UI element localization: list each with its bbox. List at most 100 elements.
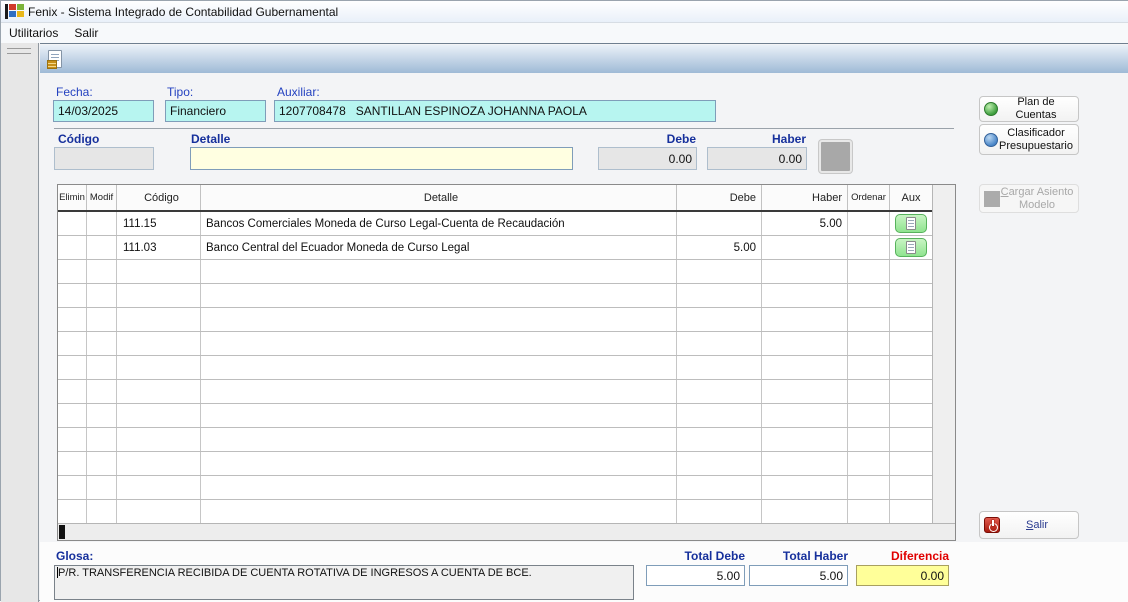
- horizontal-scrollbar[interactable]: [58, 523, 955, 540]
- salir-button[interactable]: Salir: [979, 511, 1079, 539]
- cell-haber: [762, 404, 848, 427]
- cell-modif: [87, 452, 117, 475]
- cell-elimin: [58, 332, 87, 355]
- table-row[interactable]: [58, 452, 955, 476]
- column-header-debe[interactable]: Debe: [677, 185, 762, 210]
- left-side-panel: [1, 43, 39, 602]
- codigo-label: Código: [58, 132, 99, 146]
- cell-detalle: Bancos Comerciales Moneda de Curso Legal…: [201, 212, 677, 235]
- table-row[interactable]: [58, 380, 955, 404]
- cell-debe: [677, 284, 762, 307]
- cell-ordenar: [848, 356, 890, 379]
- cell-codigo: [117, 476, 201, 499]
- auxiliar-input[interactable]: 1207708478 SANTILLAN ESPINOZA JOHANNA PA…: [274, 100, 716, 122]
- table-row[interactable]: [58, 404, 955, 428]
- cell-detalle: [201, 356, 677, 379]
- cell-debe: [677, 428, 762, 451]
- cell-aux: [890, 212, 932, 235]
- table-row[interactable]: [58, 500, 955, 524]
- cell-codigo: 111.03: [117, 236, 201, 259]
- detalle-input[interactable]: [190, 147, 573, 170]
- table-row[interactable]: [58, 476, 955, 500]
- cell-elimin: [58, 308, 87, 331]
- total-debe-value: 5.00: [646, 565, 745, 586]
- column-header-aux[interactable]: Aux: [890, 185, 932, 210]
- cell-modif: [87, 332, 117, 355]
- document-icon: [906, 217, 916, 230]
- menu-salir[interactable]: Salir: [66, 24, 106, 42]
- table-row[interactable]: [58, 260, 955, 284]
- cell-codigo: [117, 428, 201, 451]
- cell-ordenar: [848, 452, 890, 475]
- total-haber-label: Total Haber: [749, 549, 848, 563]
- cell-aux: [890, 356, 932, 379]
- cell-ordenar: [848, 212, 890, 235]
- clasificador-presupuestario-button[interactable]: Clasificador Presupuestario: [979, 124, 1079, 155]
- cell-elimin: [58, 428, 87, 451]
- aux-button[interactable]: [895, 214, 927, 233]
- cell-detalle: [201, 284, 677, 307]
- table-row[interactable]: [58, 428, 955, 452]
- cell-elimin: [58, 212, 87, 235]
- scrollbar-thumb[interactable]: [59, 525, 65, 539]
- blue-sphere-icon: [984, 133, 998, 147]
- menu-utilitarios[interactable]: Utilitarios: [1, 24, 66, 42]
- cell-detalle: [201, 404, 677, 427]
- cell-aux: [890, 236, 932, 259]
- column-header-codigo[interactable]: Código: [117, 185, 201, 210]
- cell-aux: [890, 452, 932, 475]
- debe-input[interactable]: 0.00: [598, 147, 697, 170]
- tipo-input[interactable]: Financiero: [165, 100, 266, 122]
- cell-elimin: [58, 260, 87, 283]
- cell-detalle: [201, 308, 677, 331]
- cell-haber: [762, 452, 848, 475]
- aux-button[interactable]: [895, 238, 927, 257]
- column-header-modif[interactable]: Modif: [87, 185, 117, 210]
- glosa-input[interactable]: P/R. TRANSFERENCIA RECIBIDA DE CUENTA RO…: [54, 565, 634, 600]
- cell-aux: [890, 428, 932, 451]
- cell-ordenar: [848, 500, 890, 523]
- column-header-haber[interactable]: Haber: [762, 185, 848, 210]
- cargar-asiento-label: Cargar Asiento Modelo: [1000, 186, 1074, 211]
- cell-haber: [762, 380, 848, 403]
- cell-debe: [677, 212, 762, 235]
- panel-grip[interactable]: [7, 48, 31, 54]
- table-row[interactable]: 111.03Banco Central del Ecuador Moneda d…: [58, 236, 955, 260]
- fecha-input[interactable]: 14/03/2025: [53, 100, 154, 122]
- table-row[interactable]: [58, 332, 955, 356]
- cell-haber: [762, 428, 848, 451]
- cell-detalle: Banco Central del Ecuador Moneda de Curs…: [201, 236, 677, 259]
- table-row[interactable]: [58, 356, 955, 380]
- haber-input[interactable]: 0.00: [707, 147, 807, 170]
- cell-detalle: [201, 476, 677, 499]
- cell-debe: [677, 260, 762, 283]
- column-header-ordenar[interactable]: Ordenar: [848, 185, 890, 210]
- cell-codigo: [117, 356, 201, 379]
- window-title: Fenix - Sistema Integrado de Contabilida…: [28, 5, 338, 19]
- table-row[interactable]: 111.15Bancos Comerciales Moneda de Curso…: [58, 212, 955, 236]
- cargar-asiento-modelo-button[interactable]: Cargar Asiento Modelo: [979, 184, 1079, 213]
- cell-debe: [677, 452, 762, 475]
- cell-ordenar: [848, 380, 890, 403]
- cell-aux: [890, 476, 932, 499]
- new-entry-icon[interactable]: [48, 50, 62, 68]
- cell-elimin: [58, 476, 87, 499]
- gray-square-button[interactable]: [819, 140, 852, 173]
- cell-elimin: [58, 284, 87, 307]
- debe-label: Debe: [598, 132, 696, 146]
- cell-haber: [762, 308, 848, 331]
- column-header-detalle[interactable]: Detalle: [201, 185, 677, 210]
- cell-modif: [87, 404, 117, 427]
- fecha-label: Fecha:: [56, 85, 93, 99]
- total-debe-label: Total Debe: [646, 549, 745, 563]
- table-row[interactable]: [58, 284, 955, 308]
- cell-debe: [677, 380, 762, 403]
- cell-modif: [87, 212, 117, 235]
- column-header-elimin[interactable]: Elimin: [58, 185, 87, 210]
- plan-de-cuentas-button[interactable]: Plan de Cuentas: [979, 96, 1079, 122]
- cell-codigo: [117, 260, 201, 283]
- cell-ordenar: [848, 428, 890, 451]
- codigo-input[interactable]: [54, 147, 154, 170]
- table-row[interactable]: [58, 308, 955, 332]
- grid-header: EliminModifCódigoDetalleDebeHaberOrdenar…: [58, 185, 955, 212]
